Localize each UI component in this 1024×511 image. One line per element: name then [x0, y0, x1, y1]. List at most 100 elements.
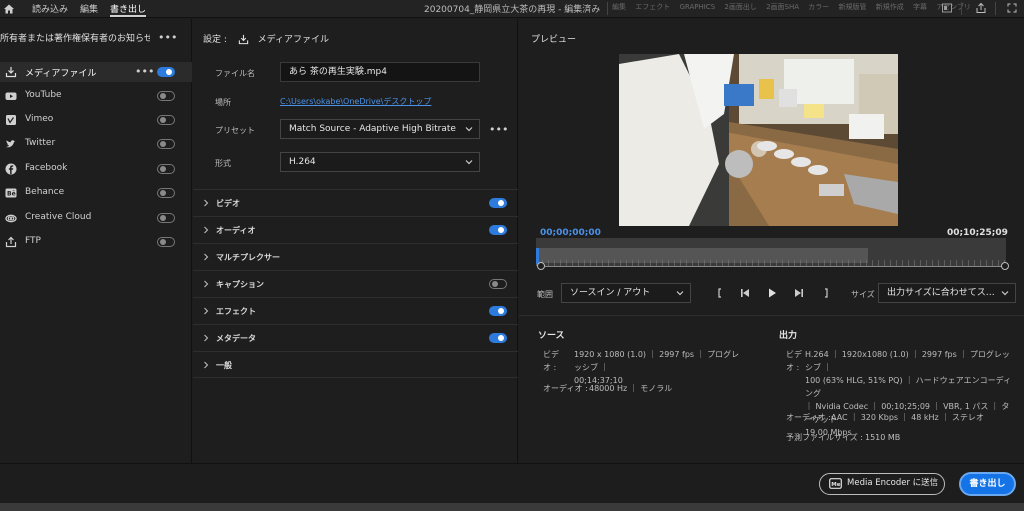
preset-more-icon[interactable]: •••	[489, 124, 508, 135]
section-effects[interactable]: エフェクト	[193, 297, 518, 324]
fullscreen-icon[interactable]	[1006, 2, 1018, 14]
nav-import[interactable]: 読み込み	[32, 2, 68, 15]
section-captions[interactable]: キャプション	[193, 270, 518, 297]
audio-toggle[interactable]	[489, 225, 507, 235]
size-label: サイズ	[851, 290, 875, 299]
in-point-handle[interactable]	[537, 262, 545, 270]
step-back-icon[interactable]	[738, 286, 752, 300]
more-options-icon[interactable]: •••	[158, 32, 177, 43]
workspace-menu-icon[interactable]	[941, 2, 953, 14]
range-dropdown[interactable]: ソースイン / アウト	[561, 283, 691, 303]
more-options-icon[interactable]: •••	[135, 66, 154, 77]
destination-label: Vimeo	[25, 114, 54, 124]
preset-dropdown[interactable]: Match Source - Adaptive High Bitrate	[280, 119, 480, 139]
workspace-tab[interactable]: 字幕	[913, 3, 927, 11]
workspace-tab[interactable]: 編集	[612, 3, 626, 11]
go-to-out-icon[interactable]	[819, 286, 833, 300]
home-icon[interactable]	[3, 3, 15, 15]
section-multiplexer[interactable]: マルチプレクサー	[193, 243, 518, 270]
creative-cloud-toggle[interactable]	[157, 213, 175, 223]
workspace-tab[interactable]: GRAPHICS	[679, 3, 715, 11]
chevron-right-icon	[204, 226, 209, 234]
section-general[interactable]: 一般	[193, 351, 518, 378]
section-label: ビデオ	[216, 199, 240, 208]
workspace-tab[interactable]: 2画面出し	[724, 3, 756, 11]
destination-creative-cloud[interactable]: Creative Cloud	[0, 208, 192, 228]
section-metadata[interactable]: メタデータ	[193, 324, 518, 351]
ftp-toggle[interactable]	[157, 237, 175, 247]
section-label: メタデータ	[216, 334, 256, 343]
output-title: 出力	[779, 331, 798, 341]
size-dropdown[interactable]: 出力サイズに合わせてス…	[878, 283, 1016, 303]
timeline-scrubber[interactable]	[536, 238, 1006, 266]
share-icon[interactable]	[975, 2, 987, 14]
chevron-right-icon	[204, 334, 209, 342]
ftp-icon	[5, 236, 17, 248]
workspace-tab[interactable]: 新規作成	[876, 3, 904, 11]
chevron-down-icon	[465, 160, 473, 165]
settings-header: 設定 : メディアファイル	[203, 32, 329, 45]
destination-vimeo[interactable]: Vimeo	[0, 110, 192, 130]
section-audio[interactable]: オーディオ	[193, 216, 518, 243]
destination-media-file[interactable]: メディアファイル •••	[0, 62, 192, 82]
output-audio-label: オーディオ :	[786, 413, 831, 422]
destination-facebook[interactable]: Facebook	[0, 159, 192, 179]
behance-icon: Bē	[5, 188, 17, 198]
source-video-label: ビデオ :	[543, 350, 559, 372]
metadata-toggle[interactable]	[489, 333, 507, 343]
creative-cloud-icon	[5, 214, 17, 223]
range-label: 範囲	[537, 290, 553, 299]
effects-toggle[interactable]	[489, 306, 507, 316]
youtube-icon	[5, 92, 17, 100]
destination-ftp[interactable]: FTP	[0, 232, 192, 252]
destination-youtube[interactable]: YouTube	[0, 86, 192, 106]
output-video-line: H.264 ｜ 1920x1080 (1.0) ｜ 2997 fps ｜ プログ…	[805, 350, 1010, 372]
video-toggle[interactable]	[489, 198, 507, 208]
nav-edit[interactable]: 編集	[80, 2, 98, 15]
chevron-down-icon	[1001, 291, 1009, 296]
destination-label: メディアファイル	[25, 69, 97, 79]
facebook-icon	[5, 163, 17, 175]
workspace-tab[interactable]: エフェクト	[635, 3, 670, 11]
workspace-tab[interactable]: カラー	[808, 3, 829, 11]
filename-label: ファイル名	[215, 69, 255, 78]
chevron-right-icon	[204, 307, 209, 315]
location-link[interactable]: C:\Users\okabe\OneDrive\デスクトップ	[280, 96, 431, 107]
destination-twitter[interactable]: Twitter	[0, 134, 192, 154]
youtube-toggle[interactable]	[157, 91, 175, 101]
workspace-tab[interactable]: 2画面SHA	[766, 3, 799, 11]
twitter-toggle[interactable]	[157, 139, 175, 149]
location-label: 場所	[215, 98, 231, 107]
behance-toggle[interactable]	[157, 188, 175, 198]
destination-behance[interactable]: Bē Behance	[0, 183, 192, 203]
go-to-in-icon[interactable]	[713, 286, 727, 300]
destination-label: Creative Cloud	[25, 212, 92, 222]
media-file-toggle[interactable]	[157, 67, 175, 77]
send-to-media-encoder-label: Media Encoder に送信	[847, 478, 939, 488]
out-point-handle[interactable]	[1001, 262, 1009, 270]
media-encoder-icon: Me	[829, 478, 842, 489]
send-to-media-encoder-button[interactable]: Me Media Encoder に送信	[819, 473, 945, 495]
facebook-toggle[interactable]	[157, 164, 175, 174]
destinations-header: 所有者または著作権保有者のお知らせ 茶の再…	[0, 34, 150, 44]
workspace-tabs[interactable]: 編集 エフェクト GRAPHICS 2画面出し 2画面SHA カラー 新規版管 …	[612, 2, 978, 12]
workspace-tab[interactable]: 新規版管	[839, 3, 867, 11]
settings-subtitle: メディアファイル	[257, 35, 330, 45]
export-button[interactable]: 書き出し	[959, 472, 1016, 496]
download-icon	[238, 34, 248, 45]
nav-export[interactable]: 書き出し	[110, 2, 147, 17]
play-icon[interactable]	[765, 286, 779, 300]
vimeo-toggle[interactable]	[157, 115, 175, 125]
settings-title: 設定 :	[203, 35, 227, 45]
destination-label: Facebook	[25, 163, 68, 173]
section-label: キャプション	[216, 280, 264, 289]
chevron-right-icon	[204, 199, 209, 207]
format-dropdown[interactable]: H.264	[280, 152, 480, 172]
destination-label: Behance	[25, 187, 65, 197]
step-forward-icon[interactable]	[792, 286, 806, 300]
destination-label: FTP	[25, 236, 41, 246]
filename-input[interactable]: あら 茶の再生実験.mp4	[280, 62, 480, 82]
section-video[interactable]: ビデオ	[193, 189, 518, 216]
svg-text:Bē: Bē	[7, 191, 16, 198]
captions-toggle[interactable]	[489, 279, 507, 289]
